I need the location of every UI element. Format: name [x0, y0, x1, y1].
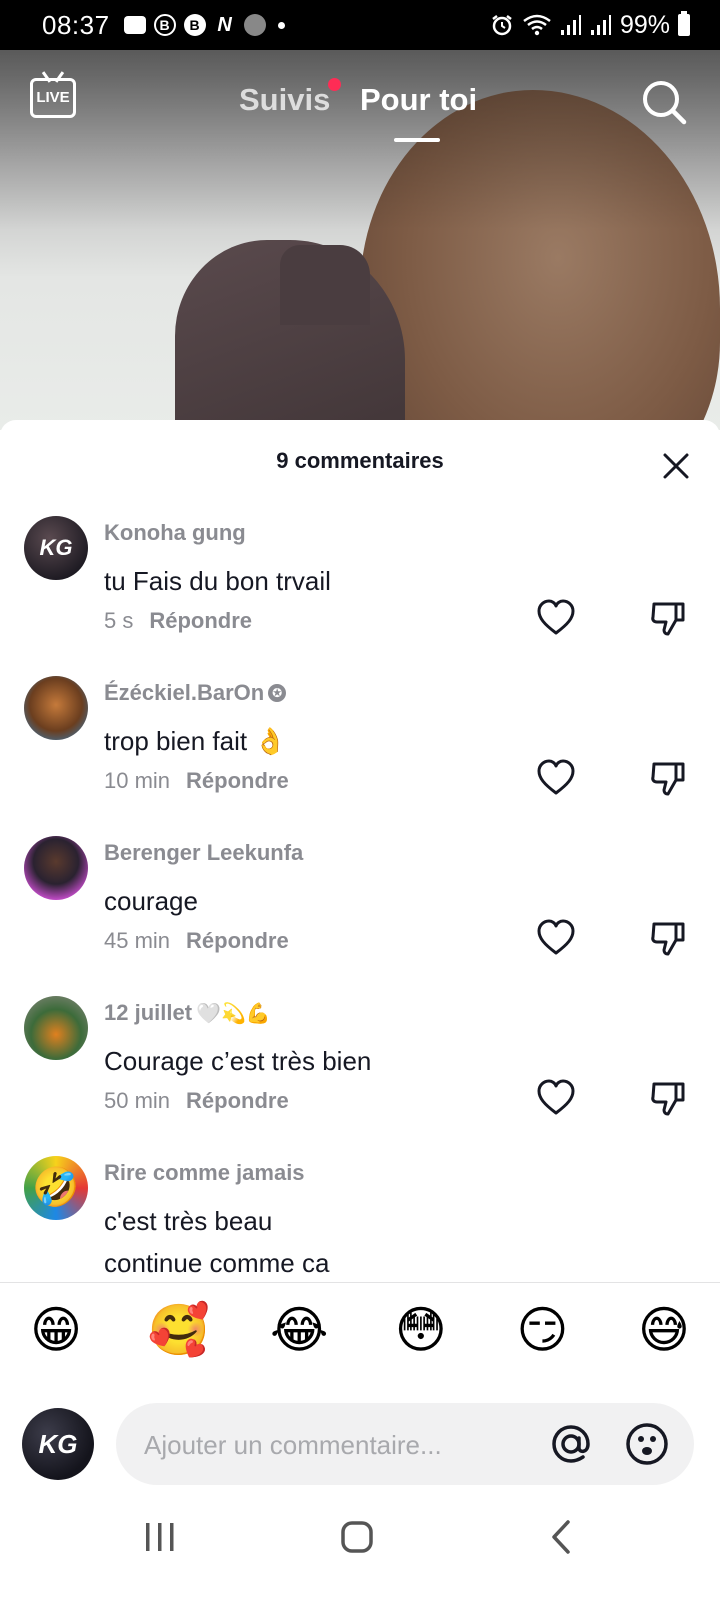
comment-meta: 50 min Répondre — [104, 1088, 289, 1114]
comment-text: tu Fais du bon trvail — [104, 566, 331, 596]
home-icon[interactable] — [340, 1520, 374, 1554]
more-notifications-dot — [277, 21, 285, 29]
emoji-picker-icon[interactable] — [624, 1421, 670, 1467]
heart-icon[interactable] — [536, 918, 576, 958]
username-text: Konoha gung — [104, 520, 246, 545]
comment-username[interactable]: Rire comme jamais — [104, 1160, 305, 1186]
comment-input[interactable] — [142, 1403, 526, 1487]
signal-icon — [590, 15, 611, 35]
username-emoji: 🤍💫💪 — [196, 1002, 271, 1025]
comment-text: courage — [104, 886, 198, 916]
thumbs-down-icon[interactable] — [648, 758, 688, 798]
comment-item: 12 juillet 🤍💫💪 Courage c’est très bien 5… — [0, 996, 720, 1156]
status-bar: 08:37 B B N 99% — [0, 0, 720, 50]
wifi-icon — [523, 14, 551, 36]
comments-sheet: 9 commentaires KG Konoha gung tu Fais du… — [0, 420, 720, 1600]
avatar[interactable]: 🤣 — [24, 1156, 88, 1220]
comment-text: trop bien fait 👌 — [104, 726, 287, 756]
reddit-icon — [243, 14, 266, 36]
comment-text: Courage c’est très bien — [104, 1046, 372, 1076]
b-filled-icon: B — [183, 14, 206, 36]
emoji-quick-bar: 😁 🥰 😂 😳 😏 😅 — [0, 1290, 720, 1370]
username-text: Rire comme jamais — [104, 1160, 305, 1185]
comment-time: 50 min — [104, 1088, 171, 1113]
divider — [0, 1282, 720, 1283]
avatar: KG — [22, 1408, 94, 1480]
badge-icon: ✪ — [268, 684, 287, 702]
search-icon[interactable] — [640, 78, 688, 126]
comment-time: 10 min — [104, 768, 171, 793]
comment-username[interactable]: Konoha gung — [104, 520, 246, 546]
battery-icon — [678, 11, 690, 36]
tab-following[interactable]: Suivis — [239, 82, 330, 118]
comment-item: Ézéckiel.BarOn ✪ trop bien fait 👌 10 min… — [0, 676, 720, 836]
back-icon[interactable] — [548, 1518, 576, 1556]
battery-percent: 99% — [619, 10, 670, 39]
username-text: 12 juillet — [104, 1000, 193, 1025]
avatar-initials: KG — [38, 1428, 78, 1459]
comment-input-box[interactable] — [116, 1403, 694, 1487]
comment-input-row: KG — [0, 1393, 720, 1493]
reply-button[interactable]: Répondre — [186, 1088, 289, 1113]
heart-icon[interactable] — [536, 598, 576, 638]
emoji-sweat-smile-button[interactable]: 😅 — [634, 1300, 694, 1360]
mention-icon[interactable] — [548, 1421, 594, 1467]
reply-button[interactable]: Répondre — [186, 928, 289, 953]
alarm-icon — [492, 15, 512, 36]
comment-username[interactable]: Ézéckiel.BarOn ✪ — [104, 680, 287, 706]
emoji-grin-button[interactable]: 😁 — [26, 1300, 86, 1360]
comments-list[interactable]: KG Konoha gung tu Fais du bon trvail 5 s… — [0, 516, 720, 1282]
comment-username[interactable]: Berenger Leekunfa — [104, 840, 303, 866]
comment-item: Berenger Leekunfa courage 45 min Répondre — [0, 836, 720, 996]
notification-icons: B B N — [123, 13, 285, 36]
comment-text-line: c'est très beau — [104, 1206, 273, 1236]
live-button[interactable]: LIVE — [30, 78, 76, 118]
emoji-smirk-button[interactable]: 😏 — [512, 1300, 572, 1360]
emoji-flushed-button[interactable]: 😳 — [391, 1300, 451, 1360]
video-object-top — [280, 245, 370, 325]
top-nav: LIVE Suivis Pour toi — [0, 50, 720, 160]
comment-item: 🤣 Rire comme jamais c'est très beau cont… — [0, 1156, 720, 1282]
avatar[interactable] — [24, 836, 88, 900]
message-icon — [123, 16, 146, 34]
status-time: 08:37 — [42, 9, 110, 40]
heart-icon[interactable] — [536, 758, 576, 798]
emoji-love-button[interactable]: 🥰 — [148, 1300, 210, 1360]
avatar[interactable] — [24, 676, 88, 740]
emoji-joy-button[interactable]: 😂 — [269, 1300, 329, 1360]
comment-meta: 45 min Répondre — [104, 928, 289, 954]
avatar[interactable] — [24, 996, 88, 1060]
laughing-emoji-icon: 🤣 — [32, 1167, 80, 1209]
avatar-initials: KG — [39, 535, 73, 560]
username-text: Ézéckiel.BarOn — [104, 680, 265, 705]
close-icon[interactable] — [660, 450, 692, 482]
comment-text-line: continue comme ca — [104, 1248, 330, 1278]
avatar[interactable]: KG — [24, 516, 88, 580]
comment-text: c'est très beau continue comme ca — [104, 1200, 524, 1282]
signal-icon — [560, 15, 581, 35]
username-text: Berenger Leekunfa — [104, 840, 304, 865]
recent-apps-icon[interactable] — [142, 1520, 178, 1554]
comment-username[interactable]: 12 juillet 🤍💫💪 — [104, 1000, 271, 1026]
reply-button[interactable]: Répondre — [149, 608, 252, 633]
thumbs-down-icon[interactable] — [648, 918, 688, 958]
n-app-icon: N — [217, 13, 232, 36]
comment-time: 5 s — [104, 608, 134, 633]
thumbs-down-icon[interactable] — [648, 1078, 688, 1118]
thumbs-down-icon[interactable] — [648, 598, 688, 638]
reply-button[interactable]: Répondre — [186, 768, 289, 793]
new-content-dot — [328, 78, 341, 91]
heart-icon[interactable] — [536, 1078, 576, 1118]
comment-meta: 5 s Répondre — [104, 608, 252, 634]
tab-for-you[interactable]: Pour toi — [360, 82, 477, 118]
comment-item: KG Konoha gung tu Fais du bon trvail 5 s… — [0, 516, 720, 676]
comments-count-title: 9 commentaires — [276, 448, 444, 473]
comment-time: 45 min — [104, 928, 171, 953]
system-nav-bar — [0, 1500, 720, 1600]
b-circle-icon: B — [153, 14, 176, 36]
comment-meta: 10 min Répondre — [104, 768, 289, 794]
active-tab-indicator — [394, 138, 440, 142]
